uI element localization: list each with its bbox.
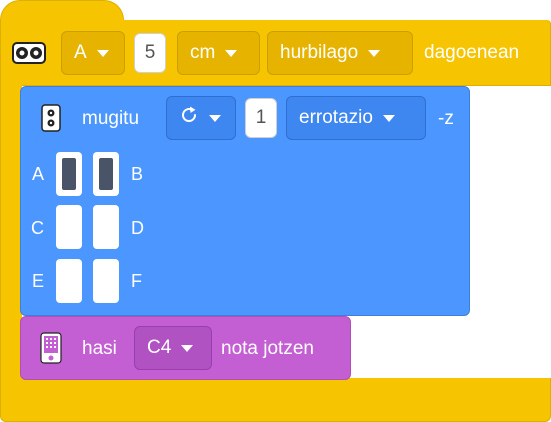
chevron-down-icon: [96, 49, 109, 57]
port-f-toggle[interactable]: [93, 259, 119, 303]
hat-suffix-label: dagoenean: [424, 42, 520, 63]
note-dropdown[interactable]: C4: [134, 326, 212, 370]
note-value: C4: [147, 337, 172, 358]
rotate-clockwise-icon: [179, 105, 199, 131]
hat-block-cap: [0, 0, 124, 22]
motor-action-label: mugitu: [82, 108, 140, 129]
rotation-amount-input[interactable]: 1: [245, 98, 277, 138]
play-note-start-label: hasi: [82, 338, 117, 359]
port-value: A: [74, 42, 87, 63]
chevron-down-icon: [181, 344, 194, 352]
hub-speaker-icon: [40, 332, 62, 369]
port-label-b: B: [131, 164, 144, 184]
port-e-toggle[interactable]: [56, 259, 82, 303]
rotation-unit-value: errotazio: [299, 107, 373, 128]
unit-value: cm: [190, 42, 216, 63]
port-label-c: C: [31, 218, 44, 238]
rotation-unit-dropdown[interactable]: errotazio: [286, 96, 426, 140]
distance-sensor-icon: [12, 42, 46, 69]
port-c-toggle[interactable]: [56, 205, 82, 249]
port-d-toggle[interactable]: [93, 205, 119, 249]
chevron-down-icon: [225, 49, 238, 57]
play-note-end-label: nota jotzen: [221, 338, 314, 359]
hat-block-footer: [0, 378, 551, 422]
port-label-d: D: [131, 218, 144, 238]
unit-dropdown[interactable]: cm: [177, 31, 260, 75]
chevron-down-icon: [368, 49, 381, 57]
direction-dropdown[interactable]: [166, 96, 236, 140]
distance-input[interactable]: 5: [134, 33, 166, 73]
port-a-toggle[interactable]: [56, 152, 82, 196]
port-label-e: E: [32, 271, 45, 291]
motor-suffix-label: -z: [438, 108, 454, 129]
comparison-dropdown[interactable]: hurbilago: [267, 31, 413, 75]
chevron-down-icon: [209, 114, 221, 122]
motor-pair-icon: [41, 104, 61, 137]
chevron-down-icon: [382, 114, 395, 122]
port-label-a: A: [32, 164, 45, 184]
port-dropdown[interactable]: A: [61, 31, 125, 75]
hat-block-spine: [0, 84, 22, 384]
comparison-value: hurbilago: [280, 42, 359, 63]
port-b-toggle[interactable]: [93, 152, 119, 196]
port-label-f: F: [131, 271, 142, 291]
